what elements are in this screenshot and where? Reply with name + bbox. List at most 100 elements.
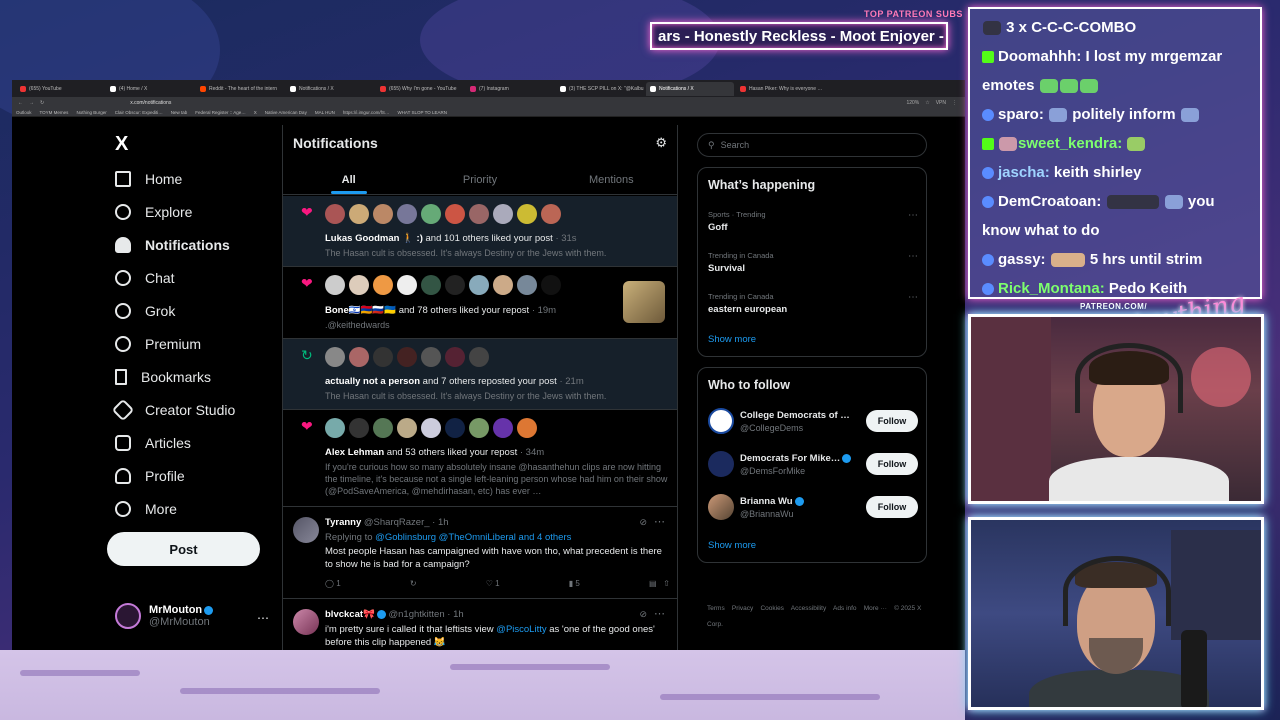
mention-link[interactable]: @PiscoLitty (496, 624, 546, 635)
grok-icon[interactable]: ⊘ (639, 609, 647, 620)
avatar[interactable] (397, 204, 417, 224)
browser-tab[interactable]: (3) THE SCP PILL on X: "@Kalbu (556, 82, 644, 96)
bookmark-item[interactable]: TOYM Memes (40, 110, 69, 115)
bookmark-item[interactable]: Nothing Burger (76, 110, 106, 115)
menu-icon[interactable]: ⋮ (952, 100, 957, 106)
tab-all[interactable]: All (283, 165, 414, 194)
avatar[interactable] (517, 275, 537, 295)
avatar[interactable] (421, 275, 441, 295)
avatar[interactable] (349, 204, 369, 224)
nav-profile[interactable]: Profile (115, 461, 185, 491)
bookmark-item[interactable]: WHAT SLOP TO LEARN (397, 110, 447, 115)
bookmark-item[interactable]: Clair Obscur: Expediti… (115, 110, 163, 115)
bookmark-item[interactable]: Native American Day (265, 110, 307, 115)
nav-home[interactable]: Home (115, 164, 182, 194)
reply-post[interactable]: blvckcat🎀 @n1ghtkitten · 1h ⊘ ⋯ i'm pret… (283, 599, 677, 650)
x-logo[interactable]: X (115, 133, 128, 156)
avatar[interactable] (421, 204, 441, 224)
bookmark-item[interactable]: https://i.imgur.com/fS… (343, 110, 390, 115)
views-button[interactable]: ▮ 5 (569, 579, 580, 588)
avatar[interactable] (325, 418, 345, 438)
star-icon[interactable]: ☆ (925, 100, 929, 106)
bookmark-item[interactable]: X (254, 110, 257, 115)
browser-tab[interactable]: Hasan Piker: Why is everyone … (736, 82, 824, 96)
nav-grok[interactable]: Grok (115, 296, 175, 326)
nav-more[interactable]: More (115, 494, 177, 524)
avatar[interactable] (349, 275, 369, 295)
footer-links[interactable]: Terms Privacy Cookies Accessibility Ads … (707, 601, 922, 633)
more-dots-icon[interactable]: ⋯ (257, 611, 269, 625)
avatar[interactable] (708, 408, 734, 434)
tab-priority[interactable]: Priority (414, 165, 545, 194)
back-icon[interactable]: ← (18, 100, 23, 106)
notification-item[interactable]: ❤ Lukas Goodman 🚶 :) and 101 others like… (283, 196, 677, 267)
bookmark-item[interactable]: Federal Register :: Age… (195, 110, 246, 115)
more-dots-icon[interactable]: ⋯ (908, 210, 918, 221)
nav-notifications[interactable]: Notifications (115, 230, 230, 260)
bookmark-item[interactable]: Outlook (16, 110, 32, 115)
trend-item[interactable]: Trending in Canada eastern european ⋯ (708, 292, 918, 315)
avatar[interactable] (349, 418, 369, 438)
browser-tab[interactable]: (655) YouTube (16, 82, 104, 96)
nav-chat[interactable]: Chat (115, 263, 175, 293)
show-more-link[interactable]: Show more (708, 334, 756, 345)
post-button[interactable]: Post (107, 532, 260, 566)
avatar[interactable] (708, 494, 734, 520)
follow-suggestion[interactable]: Democrats For Mike… @DemsForMike Follow (708, 451, 918, 481)
avatar[interactable] (373, 275, 393, 295)
nav-explore[interactable]: Explore (115, 197, 192, 227)
avatar[interactable] (421, 347, 441, 367)
post-thumbnail[interactable] (623, 281, 665, 323)
browser-tab[interactable]: (7) Instagram (466, 82, 554, 96)
avatar[interactable] (445, 347, 465, 367)
reply-button[interactable]: ◯ 1 (325, 579, 341, 588)
browser-tab[interactable]: Notifications / X (286, 82, 374, 96)
vpn-badge[interactable]: VPN (936, 100, 946, 106)
follow-button[interactable]: Follow (866, 410, 918, 432)
avatar[interactable] (469, 347, 489, 367)
follow-suggestion[interactable]: Brianna Wu @BriannaWu Follow (708, 494, 918, 524)
zoom-level[interactable]: 120% (906, 100, 919, 106)
nav-articles[interactable]: Articles (115, 428, 191, 458)
avatar[interactable] (469, 204, 489, 224)
more-dots-icon[interactable]: ⋯ (908, 251, 918, 262)
repost-button[interactable]: ↻ (410, 579, 417, 588)
bookmark-item[interactable]: MAL HUN (315, 110, 335, 115)
nav-creator-studio[interactable]: Creator Studio (111, 395, 235, 425)
reload-icon[interactable]: ↻ (40, 100, 44, 106)
avatar[interactable] (708, 451, 734, 477)
browser-tab[interactable]: Reddit - The heart of the intern (196, 82, 284, 96)
grok-icon[interactable]: ⊘ (639, 517, 647, 528)
nav-bookmarks[interactable]: Bookmarks (115, 362, 211, 392)
follow-button[interactable]: Follow (866, 453, 918, 475)
follow-suggestion[interactable]: College Democrats of … @CollegeDems Foll… (708, 408, 918, 438)
avatar[interactable] (517, 204, 537, 224)
browser-tab-active[interactable]: Notifications / X (646, 81, 734, 96)
more-dots-icon[interactable]: ⋯ (654, 607, 665, 620)
avatar[interactable] (445, 204, 465, 224)
avatar[interactable] (397, 418, 417, 438)
avatar[interactable] (421, 418, 441, 438)
avatar[interactable] (493, 418, 513, 438)
avatar[interactable] (373, 204, 393, 224)
forward-icon[interactable]: → (29, 100, 34, 106)
avatar[interactable] (493, 204, 513, 224)
avatar[interactable] (493, 275, 513, 295)
avatar[interactable] (373, 347, 393, 367)
more-dots-icon[interactable]: ⋯ (654, 515, 665, 528)
avatar[interactable] (325, 275, 345, 295)
follow-button[interactable]: Follow (866, 496, 918, 518)
bookmark-button[interactable]: ▤ ⇧ (649, 579, 670, 588)
avatar[interactable] (397, 275, 417, 295)
notification-item[interactable]: ❤ Alex Lehman and 53 others liked your r… (283, 410, 677, 507)
gear-icon[interactable]: ⚙ (655, 135, 667, 151)
avatar[interactable] (293, 517, 319, 543)
avatar[interactable] (541, 275, 561, 295)
trend-item[interactable]: Trending in Canada Survival ⋯ (708, 251, 918, 274)
avatar[interactable] (293, 609, 319, 635)
browser-tab[interactable]: (4) Home / X (106, 82, 194, 96)
avatar[interactable] (397, 347, 417, 367)
bookmark-item[interactable]: New tab (171, 110, 188, 115)
avatar[interactable] (469, 275, 489, 295)
avatar[interactable] (325, 204, 345, 224)
